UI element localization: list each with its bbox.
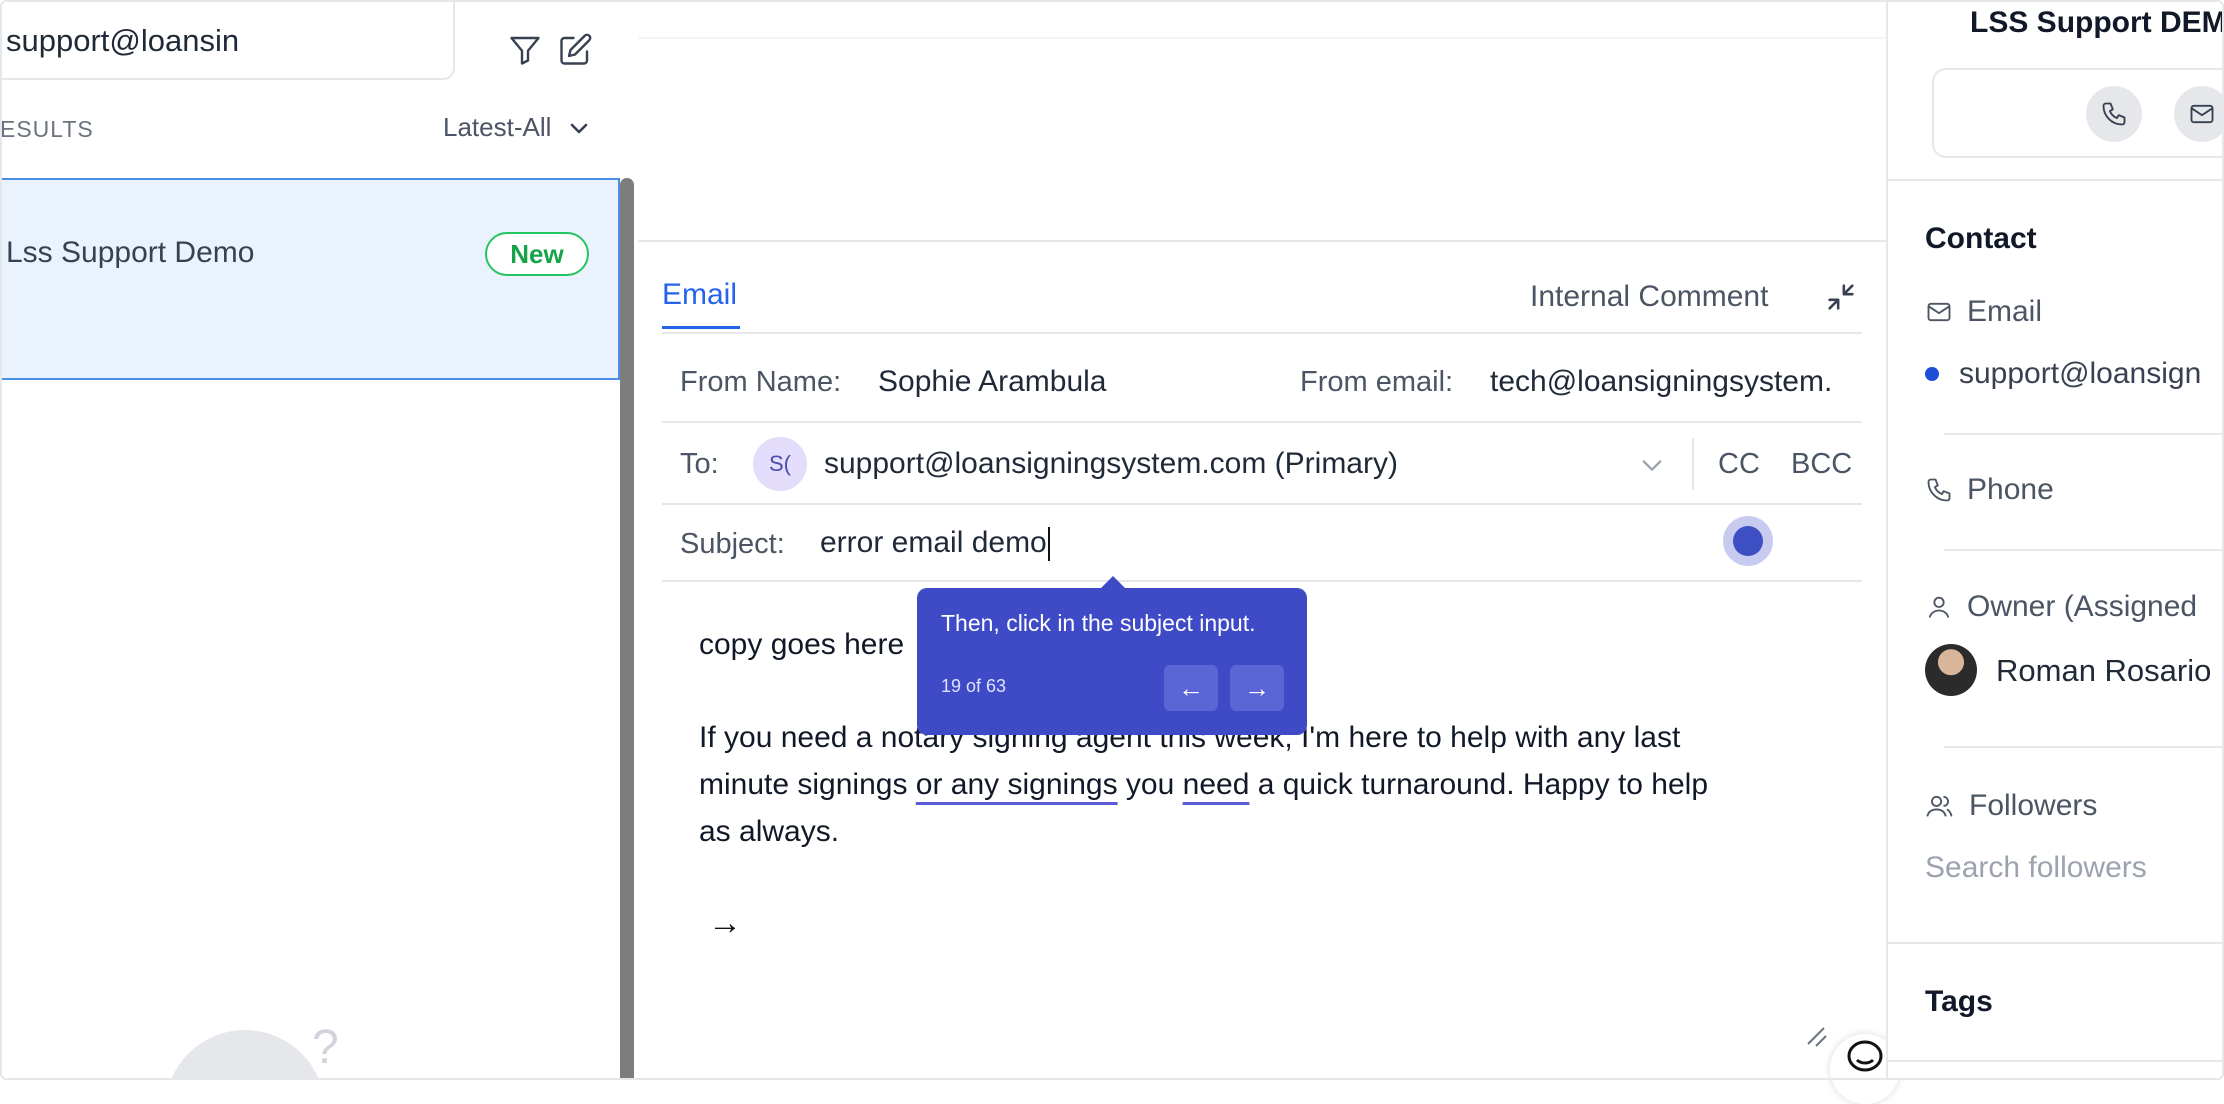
from-name-field[interactable]: Sophie Arambula bbox=[878, 365, 1107, 399]
phone-icon bbox=[1927, 478, 1951, 502]
from-email-label: From email: bbox=[1300, 366, 1454, 398]
chevron-down-icon[interactable] bbox=[1638, 451, 1666, 484]
search-input[interactable] bbox=[4, 20, 448, 62]
from-email-field[interactable]: tech@loansigningsystem. bbox=[1490, 365, 1832, 399]
tab-email[interactable]: Email bbox=[662, 278, 737, 312]
guided-tour-tooltip: Then, click in the subject input. 19 of … bbox=[917, 576, 1307, 735]
spellcheck-underline: or any signings bbox=[915, 768, 1118, 801]
help-bot-icon[interactable] bbox=[165, 1030, 325, 1080]
tooltip-step-count: 19 of 63 bbox=[941, 676, 1007, 696]
mail-icon bbox=[1927, 302, 1951, 322]
email-row: Email bbox=[1925, 295, 2042, 329]
owner-avatar bbox=[1925, 644, 1977, 696]
phone-icon[interactable] bbox=[2086, 86, 2142, 142]
divider bbox=[662, 332, 1862, 334]
compose-icon[interactable] bbox=[555, 30, 595, 70]
body-line: minute signings or any signings you need… bbox=[699, 768, 1709, 801]
tooltip-next-button[interactable]: → bbox=[1230, 665, 1284, 711]
owner-row: Owner (Assigned bbox=[1925, 590, 2197, 624]
to-recipient-field[interactable]: support@loansigningsystem.com (Primary) bbox=[824, 447, 1398, 481]
users-icon bbox=[1926, 795, 1953, 817]
tags-heading: Tags bbox=[1925, 985, 1993, 1018]
body-paragraph: If you need a notary signing agent this … bbox=[699, 714, 1708, 855]
email-value-row[interactable]: support@loansign bbox=[1925, 357, 2201, 391]
followers-row: Followers bbox=[1925, 789, 2097, 823]
bcc-button[interactable]: BCC bbox=[1791, 448, 1852, 481]
divider bbox=[638, 240, 1886, 242]
body-line: as always. bbox=[699, 815, 840, 848]
results-label: ESULTS bbox=[0, 116, 94, 142]
divider bbox=[662, 421, 1862, 423]
filter-icon[interactable] bbox=[505, 30, 545, 70]
divider bbox=[662, 580, 1862, 582]
subject-input[interactable]: error email demo bbox=[820, 526, 1050, 562]
resize-handle-icon[interactable] bbox=[1806, 1026, 1828, 1048]
divider bbox=[1944, 433, 2224, 435]
user-icon bbox=[1928, 596, 1950, 618]
phone-label: Phone bbox=[1967, 473, 2054, 506]
owner-name[interactable]: Roman Rosario bbox=[1996, 653, 2211, 689]
divider bbox=[1944, 549, 2224, 551]
composer-panel: Email Internal Comment From Name: Sophie… bbox=[638, 0, 1900, 1104]
to-label: To: bbox=[680, 448, 719, 480]
owner-label: Owner (Assigned bbox=[1967, 590, 2198, 623]
recipient-avatar: S( bbox=[753, 437, 807, 491]
followers-label: Followers bbox=[1969, 789, 2098, 822]
search-box bbox=[0, 0, 455, 80]
cc-button[interactable]: CC bbox=[1718, 448, 1760, 481]
sort-dropdown[interactable]: Latest-All bbox=[443, 112, 591, 143]
tooltip-text: Then, click in the subject input. bbox=[941, 610, 1256, 636]
divider bbox=[1692, 438, 1694, 490]
body-line: copy goes here bbox=[699, 628, 905, 661]
phone-row[interactable]: Phone bbox=[1925, 473, 2054, 507]
sort-label: Latest-All bbox=[443, 112, 552, 142]
conversation-list-panel: ESULTS Latest-All Lss Support Demo New ? bbox=[0, 0, 639, 1080]
chevron-down-icon bbox=[571, 123, 588, 133]
help-question-mark: ? bbox=[312, 1021, 339, 1074]
spellcheck-underline: need bbox=[1182, 768, 1250, 801]
tab-internal-comment[interactable]: Internal Comment bbox=[1530, 280, 1768, 314]
contact-heading: Contact bbox=[1925, 222, 2037, 255]
from-name-label: From Name: bbox=[680, 366, 842, 398]
subject-label: Subject: bbox=[680, 528, 785, 560]
email-label: Email bbox=[1967, 295, 2043, 328]
text-caret bbox=[1047, 527, 1050, 562]
contact-details-panel: LSS Support DEM Contact Email support@lo… bbox=[1886, 0, 2224, 1080]
divider bbox=[1888, 942, 2224, 944]
tab-email-underline bbox=[662, 326, 740, 329]
mail-icon[interactable] bbox=[2174, 86, 2224, 142]
collapse-icon[interactable] bbox=[1824, 280, 1858, 314]
contact-title: LSS Support DEM bbox=[1970, 6, 2224, 39]
email-value: support@loansign bbox=[1959, 357, 2202, 390]
divider bbox=[638, 37, 1886, 39]
scrollbar[interactable] bbox=[620, 178, 634, 1080]
tour-beacon[interactable] bbox=[1723, 516, 1773, 566]
tooltip-prev-button[interactable]: ← bbox=[1164, 665, 1218, 711]
subject-value: error email demo bbox=[820, 526, 1047, 559]
new-badge: New bbox=[485, 232, 589, 276]
divider bbox=[662, 503, 1862, 505]
divider bbox=[1944, 746, 2224, 748]
quick-actions-card bbox=[1932, 68, 2224, 158]
search-followers-input[interactable]: Search followers bbox=[1925, 851, 2147, 885]
divider bbox=[1888, 1060, 2224, 1062]
conversation-name: Lss Support Demo bbox=[6, 236, 255, 269]
primary-dot bbox=[1925, 367, 1939, 381]
conversation-item[interactable]: Lss Support Demo New bbox=[0, 178, 620, 380]
arrow-right-icon[interactable]: → bbox=[708, 904, 742, 943]
divider bbox=[1888, 179, 2224, 181]
